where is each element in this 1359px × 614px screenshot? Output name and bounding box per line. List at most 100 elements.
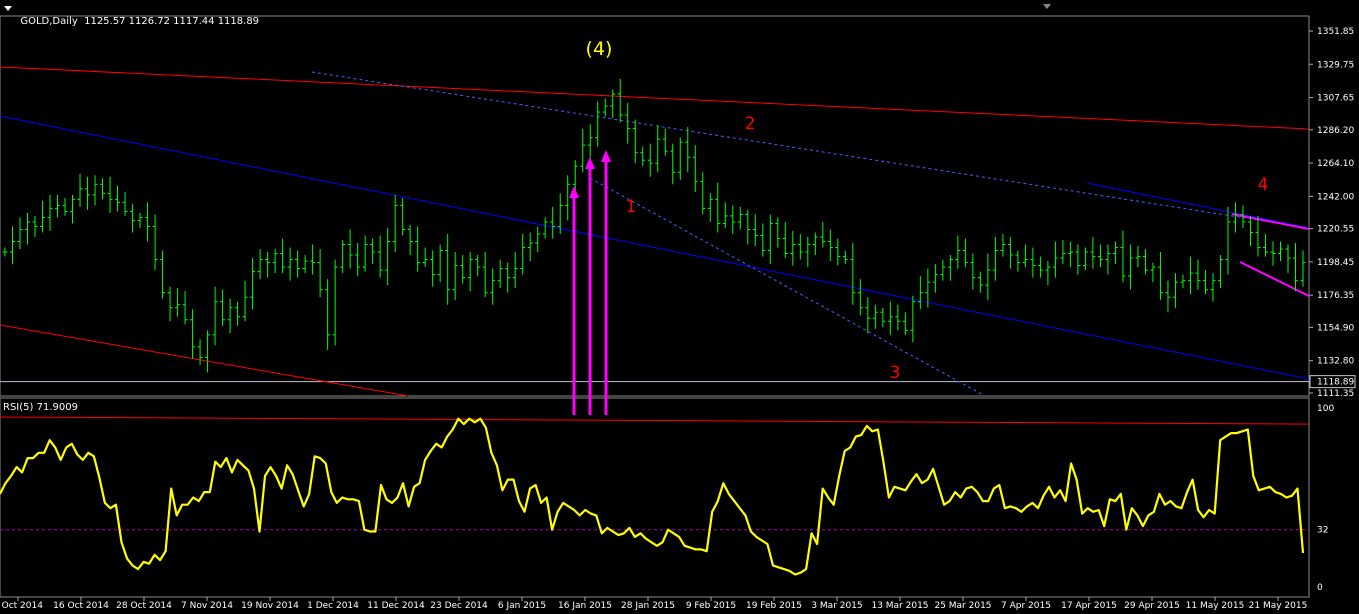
ohlc-bar <box>25 212 31 245</box>
chart-area[interactable]: 1351.85 1329.75 1307.65 1286.20 1264.10 1242.… <box>0 0 1359 611</box>
ohlc-bar <box>1202 270 1208 295</box>
ohlc-bar <box>1045 261 1051 286</box>
price-axis-tick-label: 1286.20 <box>1317 126 1354 136</box>
price-axis-tick-label: 1307.65 <box>1317 94 1354 104</box>
ohlc-bar <box>100 178 106 200</box>
ohlc-bar <box>632 119 638 164</box>
ohlc-bar <box>407 224 413 256</box>
date-axis-tick-label: 28 Jan 2015 <box>621 601 675 610</box>
date-axis-tick-label: 17 Apr 2015 <box>1061 601 1117 610</box>
ohlc-bar <box>107 176 113 213</box>
ohlc-bar <box>362 235 368 272</box>
ohlc-bar <box>1075 244 1081 275</box>
current-price-label: 1118.89 <box>1317 378 1354 388</box>
ohlc-bar <box>317 249 323 298</box>
ohlc-bar <box>947 255 953 281</box>
date-axis-tick-label: 19 Nov 2014 <box>241 601 299 610</box>
ohlc-bar <box>1285 244 1291 274</box>
ohlc-bar <box>767 214 773 265</box>
ohlc-bar <box>1270 241 1276 266</box>
date-axis-tick-label: 7 Apr 2015 <box>1001 601 1051 610</box>
ohlc-bar <box>1157 252 1163 301</box>
ohlc-bar <box>745 209 751 245</box>
dashed-trend-line-upper <box>311 71 1310 229</box>
ohlc-bar <box>340 239 346 274</box>
price-header: GOLD,Daily 1125.57 1126.72 1117.44 1118.… <box>14 5 259 27</box>
ohlc-bar <box>1187 256 1193 295</box>
wave-label: 4 <box>1258 175 1269 195</box>
ohlc-bar <box>92 175 98 206</box>
ohlc-bar <box>377 235 383 278</box>
ohlc-bar <box>985 253 991 301</box>
ohlc-bar <box>857 279 863 316</box>
ohlc-bar <box>197 339 203 365</box>
price-axis-tick-label: 1198.45 <box>1317 258 1354 268</box>
ohlc-bar <box>1127 244 1133 290</box>
price-panel-frame <box>0 15 1310 397</box>
ohlc-bar <box>430 250 436 287</box>
ohlc-bar <box>1217 255 1223 289</box>
ohlc-bar <box>422 247 428 268</box>
ohlc-bar <box>1022 244 1028 268</box>
price-axis-tick-label: 1154.90 <box>1317 323 1354 333</box>
ohlc-bar <box>790 230 796 266</box>
ohlc-bar <box>670 143 676 185</box>
ohlc-bar <box>332 259 338 346</box>
ohlc-bar <box>212 286 218 346</box>
ohlc-bar <box>535 226 541 253</box>
ohlc-bar <box>415 226 421 272</box>
ohlc-bar <box>10 226 16 265</box>
rsi-header: RSI(5) 71.9009 <box>3 402 78 413</box>
ohlc-bar <box>490 268 496 305</box>
ohlc-bar <box>287 247 293 281</box>
ohlc-bar <box>295 250 301 278</box>
ohlc-bar <box>460 255 466 284</box>
ohlc-bar <box>865 297 871 334</box>
ohlc-bar <box>872 304 878 329</box>
ohlc-bar <box>940 259 946 281</box>
ohlc-bar <box>250 258 256 310</box>
ohlc-bar <box>445 233 451 305</box>
channel-lower-red-line <box>0 324 409 397</box>
ohlc-bar <box>220 289 226 326</box>
rsi-panel-frame <box>0 397 1310 598</box>
ohlc-bar <box>1172 273 1178 308</box>
ohlc-bar <box>902 312 908 335</box>
rsi-red-trend-line <box>0 416 1310 425</box>
price-axis-tick-label: 1220.55 <box>1317 225 1354 235</box>
ohlc-bar <box>482 252 488 298</box>
ohlc-bars <box>2 78 1306 373</box>
ohlc-bar <box>595 101 601 147</box>
channel-blue-line <box>0 115 1310 380</box>
ohlc-bar <box>970 253 976 290</box>
ohlc-bar <box>55 194 61 218</box>
ohlc-bar <box>242 280 248 322</box>
wave-label: 3 <box>890 363 901 383</box>
ohlc-bar <box>730 205 736 234</box>
ohlc-bar <box>325 279 331 350</box>
ohlc-bar <box>1052 241 1058 278</box>
date-axis-tick-label: 16 Oct 2014 <box>53 601 109 610</box>
ohlc-bar <box>1232 202 1238 233</box>
ohlc-bar <box>805 236 811 268</box>
ohlc-bar <box>685 127 691 173</box>
date-axis-tick-label: 29 Apr 2015 <box>1124 601 1180 610</box>
ohlc-bar <box>280 238 286 274</box>
ohlc-bar <box>1015 250 1021 272</box>
chart-svg[interactable]: 1351.85 1329.75 1307.65 1286.20 1264.10 1242.… <box>0 0 1359 611</box>
ohlc-bar <box>475 255 481 277</box>
ohlc-bar <box>497 259 503 289</box>
menu-dropdown-icon[interactable] <box>4 6 12 11</box>
ohlc-bar <box>385 227 391 286</box>
ohlc-bar <box>610 89 616 119</box>
ohlc-bar <box>182 291 188 325</box>
price-axis-tick-label: 1351.85 <box>1317 27 1354 37</box>
ohlc-bar <box>137 212 143 228</box>
ohlc-bar <box>167 286 173 322</box>
ohlc-bar <box>520 233 526 275</box>
wave-label: 1 <box>626 197 637 217</box>
wave-label: (4) <box>586 38 613 60</box>
ohlc-bar <box>587 124 593 159</box>
ohlc-bar <box>1067 241 1073 268</box>
ohlc-bar <box>17 217 23 250</box>
